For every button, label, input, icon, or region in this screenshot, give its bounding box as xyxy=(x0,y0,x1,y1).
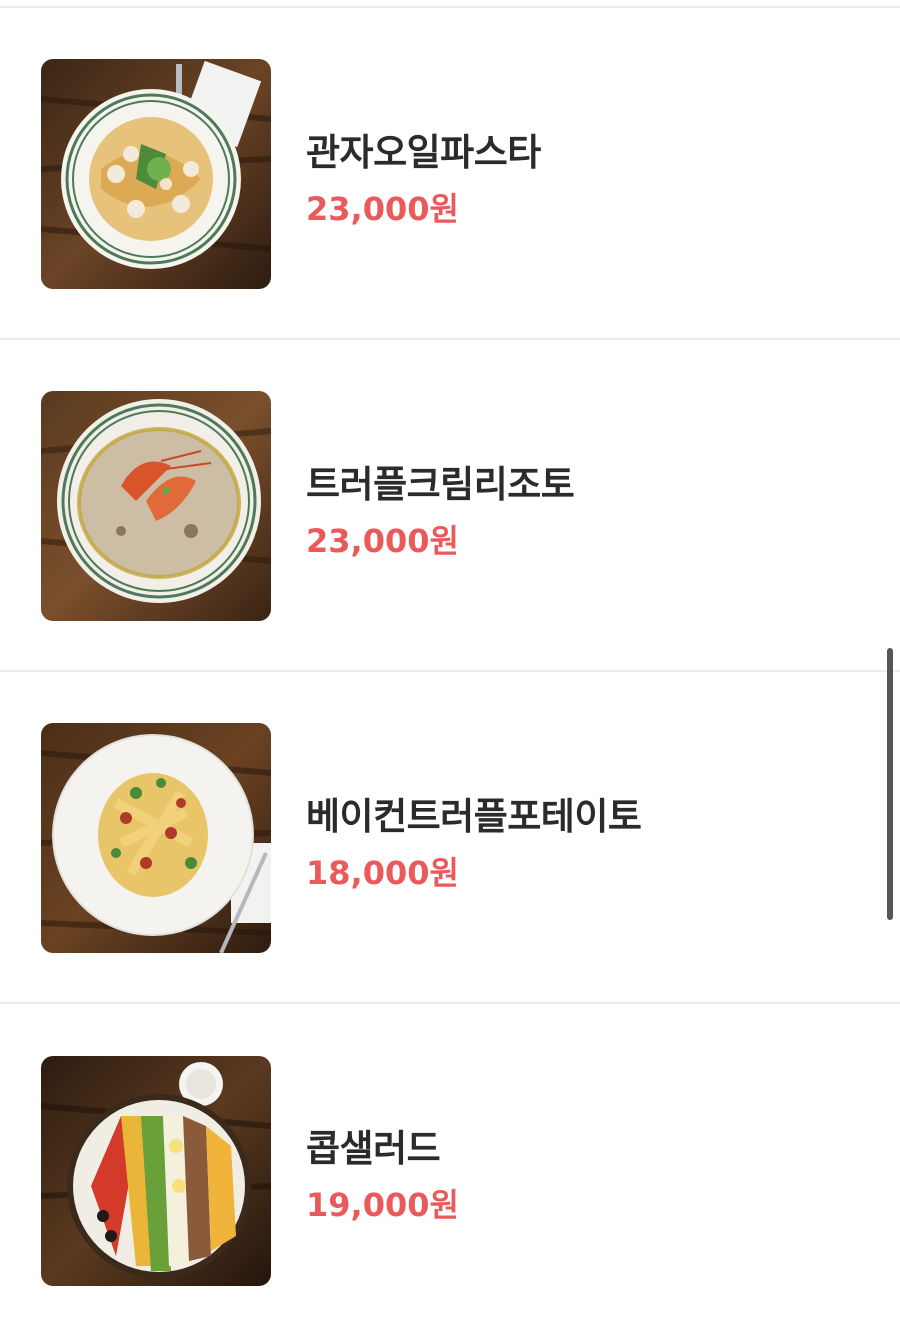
menu-item-name: 트러플크림리조토 xyxy=(306,463,575,506)
menu-item-image xyxy=(41,59,271,289)
vertical-scrollbar[interactable] xyxy=(887,648,893,920)
menu-item-price: 18,000원 xyxy=(306,854,459,892)
menu-item-price: 23,000원 xyxy=(306,522,459,560)
menu-item[interactable]: 콥샐러드 19,000원 xyxy=(0,1004,900,1328)
menu-item[interactable]: 트러플크림리조토 23,000원 xyxy=(0,340,900,672)
menu-item-name: 콥샐러드 xyxy=(306,1127,441,1170)
menu-item-price: 19,000원 xyxy=(306,1186,459,1224)
menu-item-name: 관자오일파스타 xyxy=(306,131,541,174)
menu-item-image xyxy=(41,1056,271,1286)
menu-item[interactable]: 관자오일파스타 23,000원 xyxy=(0,8,900,340)
menu-item[interactable]: 베이컨트러플포테이토 18,000원 xyxy=(0,672,900,1004)
menu-item-image xyxy=(41,391,271,621)
menu-item-image xyxy=(41,723,271,953)
menu-list-page: 관자오일파스타 23,000원 트러플크림리조토 23,000원 베이컨트러플포… xyxy=(0,0,900,1328)
menu-item-price: 23,000원 xyxy=(306,190,459,228)
menu-item-name: 베이컨트러플포테이토 xyxy=(306,795,642,838)
